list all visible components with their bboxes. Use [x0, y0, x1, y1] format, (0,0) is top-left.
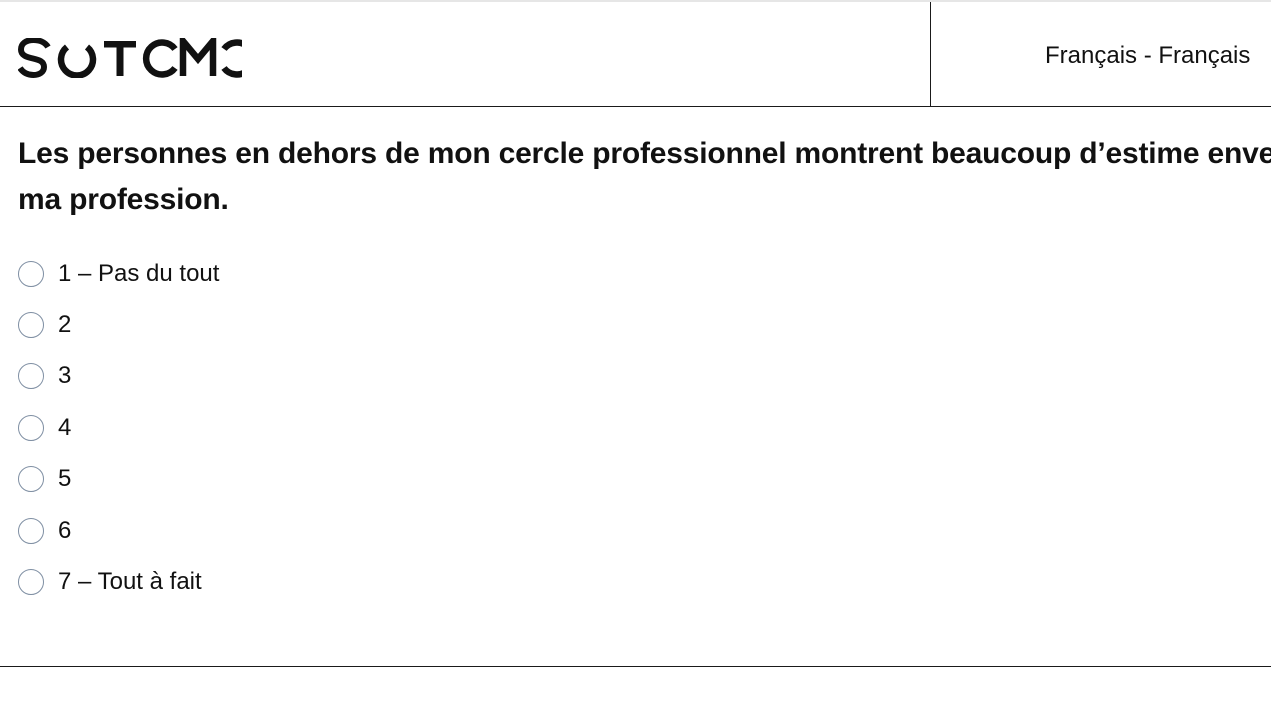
radio-button-4[interactable] — [18, 414, 44, 441]
option-3[interactable]: 3 — [18, 351, 219, 402]
option-7[interactable]: 7 – Tout à fait — [18, 556, 219, 607]
option-label-6: 6 — [58, 516, 72, 544]
question-text: Les personnes en dehors de mon cercle pr… — [18, 137, 1271, 216]
header: Français - Français — [0, 2, 1271, 107]
option-2[interactable]: 2 — [18, 299, 219, 350]
option-6[interactable]: 6 — [18, 505, 219, 556]
option-label-2: 2 — [58, 311, 72, 339]
radio-button-6[interactable] — [18, 517, 44, 544]
radio-button-7[interactable] — [18, 569, 44, 596]
option-label-5: 5 — [58, 465, 72, 493]
option-5[interactable]: 5 — [18, 454, 219, 505]
footer-divider — [0, 666, 1271, 667]
sotomo-logo — [18, 38, 242, 78]
option-label-3: 3 — [58, 362, 72, 390]
option-label-1: 1 – Pas du tout — [58, 259, 220, 287]
language-selector[interactable]: Français - Français — [1045, 38, 1250, 74]
radio-button-1[interactable] — [18, 260, 44, 287]
option-label-4: 4 — [58, 413, 72, 441]
option-4[interactable]: 4 — [18, 402, 219, 453]
answer-options: 1 – Pas du tout 2 3 4 5 6 7 – Tout à fai… — [18, 248, 219, 608]
logo-graphic — [18, 38, 242, 78]
radio-button-3[interactable] — [18, 363, 44, 390]
survey-page: Français - Français Les personnes en deh… — [0, 0, 1271, 715]
header-divider — [930, 2, 931, 106]
radio-button-5[interactable] — [18, 466, 44, 493]
option-1[interactable]: 1 – Pas du tout — [18, 248, 219, 299]
option-label-7: 7 – Tout à fait — [58, 568, 202, 596]
radio-button-2[interactable] — [18, 312, 44, 339]
